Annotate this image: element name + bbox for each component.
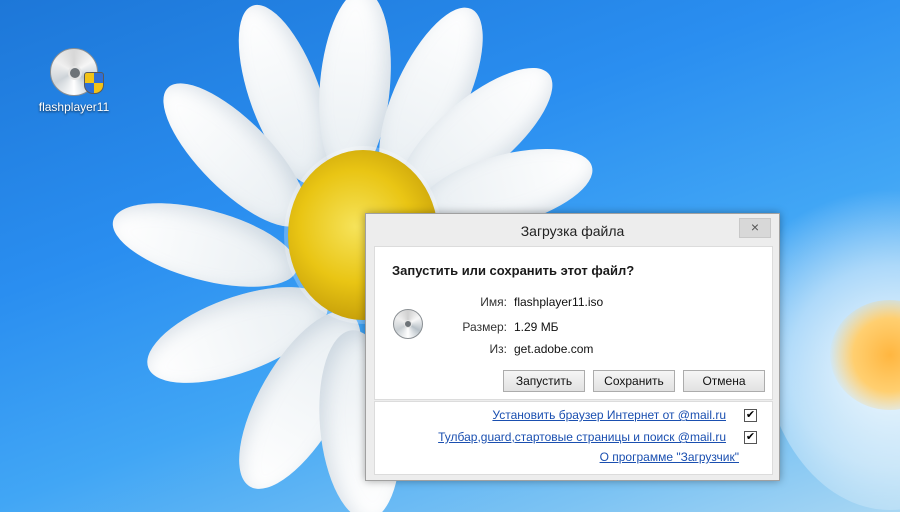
save-button[interactable]: Сохранить (593, 370, 675, 392)
close-icon: × (750, 219, 760, 235)
toolbar-offer-checkbox[interactable]: ✔ (744, 431, 757, 444)
disc-icon (393, 309, 423, 339)
source-value: get.adobe.com (514, 342, 594, 356)
offers-panel: Установить браузер Интернет от @mail.ru … (374, 401, 773, 475)
shield-icon (84, 72, 104, 94)
about-link[interactable]: О программе "Загрузчик" (600, 450, 739, 464)
desktop-icon-label: flashplayer11 (38, 100, 110, 114)
size-label: Размер: (462, 320, 507, 334)
dialog-title: Загрузка файла (520, 223, 625, 239)
checkmark-icon: ✔ (745, 431, 756, 443)
toolbar-offer-link[interactable]: Тулбар,guard,стартовые страницы и поиск … (438, 430, 726, 444)
checkmark-icon: ✔ (745, 409, 756, 421)
size-value: 1.29 МБ (514, 320, 559, 334)
close-button[interactable]: × (739, 218, 771, 238)
install-browser-link[interactable]: Установить браузер Интернет от @mail.ru (492, 408, 726, 422)
name-label: Имя: (480, 295, 507, 309)
dialog-question: Запустить или сохранить этот файл? (392, 263, 635, 278)
dialog-titlebar[interactable]: Загрузка файла × (366, 214, 779, 246)
desktop-icon-flashplayer[interactable]: flashplayer11 (32, 48, 116, 114)
cancel-button[interactable]: Отмена (683, 370, 765, 392)
download-dialog: Загрузка файла × Запустить или сохранить… (365, 213, 780, 481)
run-button[interactable]: Запустить (503, 370, 585, 392)
install-browser-checkbox[interactable]: ✔ (744, 409, 757, 422)
name-value: flashplayer11.iso (514, 295, 604, 309)
source-label: Из: (489, 342, 507, 356)
file-info-panel: Запустить или сохранить этот файл? Имя: … (374, 246, 773, 400)
